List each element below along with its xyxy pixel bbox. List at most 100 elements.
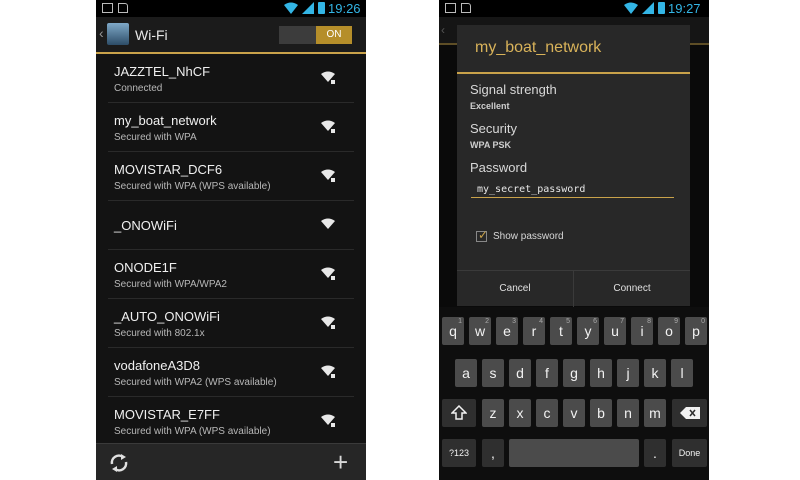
key-v[interactable]: v <box>563 399 585 427</box>
key-x[interactable]: x <box>509 399 531 427</box>
wifi-status-icon <box>624 2 638 14</box>
key-b[interactable]: b <box>590 399 612 427</box>
key-y[interactable]: y6 <box>577 317 599 345</box>
network-name: _ONOWiFi <box>114 218 177 233</box>
key-q[interactable]: q1 <box>442 317 464 345</box>
network-row[interactable]: ONODE1F Secured with WPA/WPA2 <box>108 250 354 299</box>
key-label: y <box>584 323 592 339</box>
key-r[interactable]: r4 <box>523 317 545 345</box>
backspace-key[interactable] <box>672 399 707 427</box>
dialog-buttons: Cancel Connect <box>457 270 690 307</box>
key-u[interactable]: u7 <box>604 317 626 345</box>
checkmark-icon: ✓ <box>478 228 489 242</box>
network-name: ONODE1F <box>114 260 177 275</box>
add-network-icon[interactable]: + <box>333 449 348 475</box>
network-name: JAZZTEL_NhCF <box>114 64 211 79</box>
connect-button[interactable]: Connect <box>574 271 690 307</box>
signal-strength-value: Excellent <box>470 101 510 111</box>
wifi-secured-icon <box>321 71 335 84</box>
password-label: Password <box>470 160 528 175</box>
network-status: Secured with 802.1x <box>114 328 205 339</box>
network-row[interactable]: my_boat_network Secured with WPA <box>108 103 354 152</box>
key-label: p <box>692 323 700 339</box>
settings-app-icon[interactable] <box>107 23 129 45</box>
key-label: t <box>559 323 563 339</box>
network-row[interactable]: _ONOWiFi <box>108 201 354 250</box>
key-s[interactable]: s <box>482 359 504 387</box>
network-status: Secured with WPA <box>114 132 197 143</box>
status-bar: 19:27 <box>439 0 709 17</box>
comma-key[interactable]: , <box>482 439 504 467</box>
space-key[interactable] <box>509 439 639 467</box>
key-a[interactable]: a <box>455 359 477 387</box>
network-row[interactable]: MOVISTAR_E7FF Secured with WPA (WPS avai… <box>108 397 354 446</box>
shift-key[interactable] <box>442 399 476 427</box>
network-status: Secured with WPA2 (WPS available) <box>114 377 277 388</box>
wifi-secured-icon <box>321 120 335 133</box>
security-value: WPA PSK <box>470 140 512 150</box>
key-label: w <box>474 323 486 339</box>
key-label: e <box>503 323 511 339</box>
network-row[interactable]: _AUTO_ONOWiFi Secured with 802.1x <box>108 299 354 348</box>
picture-notification-icon <box>445 3 456 13</box>
wifi-settings-screen: 19:26 ‹ Wi-Fi ON JAZZTEL_NhCF Connected … <box>96 0 366 480</box>
symbols-key[interactable]: ?123 <box>442 439 476 467</box>
network-row[interactable]: MOVISTAR_DCF6 Secured with WPA (WPS avai… <box>108 152 354 201</box>
key-l[interactable]: l <box>671 359 693 387</box>
key-label: u <box>611 323 619 339</box>
back-chevron-icon[interactable]: ‹ <box>99 25 104 41</box>
dialog-title: my_boat_network <box>475 39 602 56</box>
action-bar: ‹ Wi-Fi ON <box>96 17 366 54</box>
key-c[interactable]: c <box>536 399 558 427</box>
done-key[interactable]: Done <box>672 439 707 467</box>
refresh-icon[interactable] <box>108 452 130 474</box>
wifi-secured-icon <box>321 414 335 427</box>
key-number: 3 <box>512 318 516 325</box>
key-number: 0 <box>701 318 705 325</box>
dialog-divider <box>457 72 690 74</box>
key-z[interactable]: z <box>482 399 504 427</box>
page-title: Wi-Fi <box>135 27 168 43</box>
key-t[interactable]: t5 <box>550 317 572 345</box>
wifi-secured-icon <box>321 267 335 280</box>
key-p[interactable]: p0 <box>685 317 707 345</box>
soft-keyboard: q1 w2 e3 r4 t5 y6 u7 i8 o9 p0 a s d f g … <box>439 307 709 480</box>
key-f[interactable]: f <box>536 359 558 387</box>
key-i[interactable]: i8 <box>631 317 653 345</box>
network-status: Secured with WPA (WPS available) <box>114 426 271 437</box>
key-n[interactable]: n <box>617 399 639 427</box>
network-status: Secured with WPA (WPS available) <box>114 181 271 192</box>
network-name: MOVISTAR_DCF6 <box>114 162 223 177</box>
key-k[interactable]: k <box>644 359 666 387</box>
password-input[interactable]: my_secret_password <box>471 181 674 198</box>
show-password-checkbox[interactable]: ✓ <box>476 228 489 242</box>
signal-icon <box>642 2 654 14</box>
key-w[interactable]: w2 <box>469 317 491 345</box>
wifi-open-icon <box>321 218 335 229</box>
network-name: MOVISTAR_E7FF <box>114 407 220 422</box>
key-j[interactable]: j <box>617 359 639 387</box>
backspace-icon <box>679 407 700 419</box>
wifi-secured-icon <box>321 169 335 182</box>
key-h[interactable]: h <box>590 359 612 387</box>
key-label: i <box>640 323 644 339</box>
key-label: o <box>665 323 673 339</box>
security-label: Security <box>470 121 517 136</box>
network-status: Secured with WPA/WPA2 <box>114 279 227 290</box>
cancel-button[interactable]: Cancel <box>457 271 573 307</box>
network-name: my_boat_network <box>114 113 217 128</box>
key-number: 1 <box>458 318 462 325</box>
key-e[interactable]: e3 <box>496 317 518 345</box>
key-g[interactable]: g <box>563 359 585 387</box>
key-m[interactable]: m <box>644 399 666 427</box>
key-o[interactable]: o9 <box>658 317 680 345</box>
key-d[interactable]: d <box>509 359 531 387</box>
period-key[interactable]: . <box>644 439 666 467</box>
wifi-toggle[interactable]: ON <box>279 26 352 44</box>
wifi-status-icon <box>284 2 298 14</box>
network-row[interactable]: vodafoneA3D8 Secured with WPA2 (WPS avai… <box>108 348 354 397</box>
wifi-connect-screen: 19:27 ‹ my_boat_network Signal strength … <box>439 0 709 480</box>
connect-dialog: my_boat_network Signal strength Excellen… <box>457 25 690 307</box>
network-list: JAZZTEL_NhCF Connected my_boat_network S… <box>108 54 354 446</box>
network-row[interactable]: JAZZTEL_NhCF Connected <box>108 54 354 103</box>
